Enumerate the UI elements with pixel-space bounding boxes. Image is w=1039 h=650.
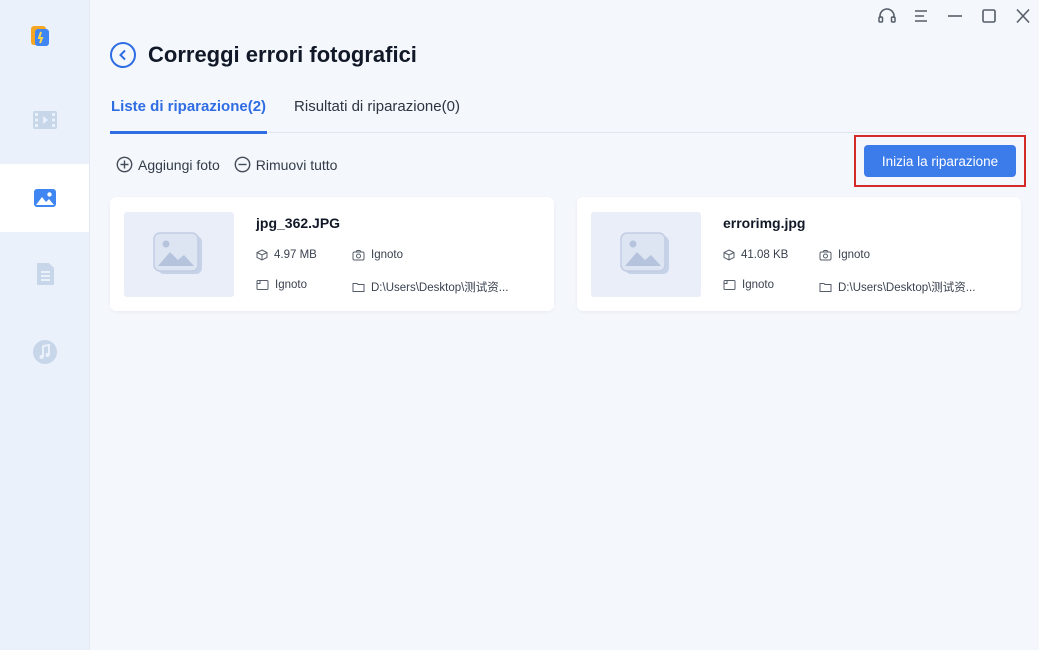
folder-icon: [352, 283, 365, 292]
sidebar-item-music[interactable]: [0, 318, 89, 386]
main-content: Correggi errori fotografici Liste di rip…: [90, 0, 1039, 650]
file-resolution: Ignoto: [256, 279, 307, 291]
video-icon: [32, 111, 57, 129]
minus-circle-icon: [234, 156, 251, 173]
file-name: jpg_362.JPG: [256, 215, 341, 231]
image-size-icon: [723, 280, 736, 290]
file-size: 4.97 MB: [256, 249, 317, 261]
file-camera: Ignoto: [352, 249, 403, 261]
file-card[interactable]: errorimg.jpg 41.08 KB Ignoto Ignoto D:\U…: [577, 197, 1021, 311]
image-size-icon: [256, 280, 269, 290]
sidebar: [0, 0, 90, 650]
remove-all-button[interactable]: Rimuovi tutto: [234, 156, 338, 173]
start-repair-highlight: Inizia la riparazione: [854, 135, 1026, 187]
camera-icon: [819, 250, 832, 261]
sidebar-item-photo[interactable]: [0, 164, 89, 232]
page-title: Correggi errori fotografici: [148, 42, 417, 67]
remove-all-label: Rimuovi tutto: [255, 156, 338, 173]
minimize-button[interactable]: [943, 6, 967, 26]
close-button[interactable]: [1011, 6, 1035, 26]
support-button[interactable]: [875, 6, 899, 26]
menu-icon: [915, 10, 927, 22]
add-photo-label: Aggiungi foto: [138, 156, 220, 173]
tab-bar: Liste di riparazione(2) Risultati di rip…: [110, 96, 1025, 134]
window-controls: [875, 6, 1035, 26]
page-header: Correggi errori fotografici: [110, 42, 417, 68]
start-repair-button[interactable]: Inizia la riparazione: [864, 145, 1016, 177]
image-placeholder-icon: [124, 212, 234, 297]
close-icon: [1016, 8, 1030, 24]
tab-repair-results[interactable]: Risultati di riparazione(0): [293, 96, 461, 131]
file-name: errorimg.jpg: [723, 215, 806, 231]
file-camera: Ignoto: [819, 249, 870, 261]
image-placeholder-icon: [591, 212, 701, 297]
plus-circle-icon: [116, 156, 133, 173]
menu-button[interactable]: [909, 6, 933, 26]
camera-icon: [352, 250, 365, 261]
file-size: 41.08 KB: [723, 249, 788, 261]
app-logo-icon: [28, 24, 52, 48]
sidebar-item-video[interactable]: [0, 86, 89, 154]
headset-icon: [878, 8, 896, 23]
music-icon: [32, 340, 57, 364]
document-icon: [36, 263, 54, 285]
tab-repair-list[interactable]: Liste di riparazione(2): [110, 96, 268, 134]
photo-icon: [33, 189, 56, 207]
sidebar-item-document[interactable]: [0, 240, 89, 308]
minimize-icon: [948, 15, 962, 17]
folder-icon: [819, 283, 832, 292]
file-card[interactable]: jpg_362.JPG 4.97 MB Ignoto Ignoto D:\Use…: [110, 197, 554, 311]
cube-icon: [723, 249, 735, 261]
file-resolution: Ignoto: [723, 279, 774, 291]
cube-icon: [256, 249, 268, 261]
file-path: D:\Users\Desktop\测试资...: [819, 279, 975, 295]
maximize-icon: [982, 9, 996, 23]
chevron-left-icon: [119, 49, 126, 61]
back-button[interactable]: [110, 42, 136, 68]
file-path: D:\Users\Desktop\测试资...: [352, 279, 508, 295]
toolbar: Aggiungi foto Rimuovi tutto: [116, 156, 351, 173]
add-photo-button[interactable]: Aggiungi foto: [116, 156, 220, 173]
maximize-button[interactable]: [977, 6, 1001, 26]
